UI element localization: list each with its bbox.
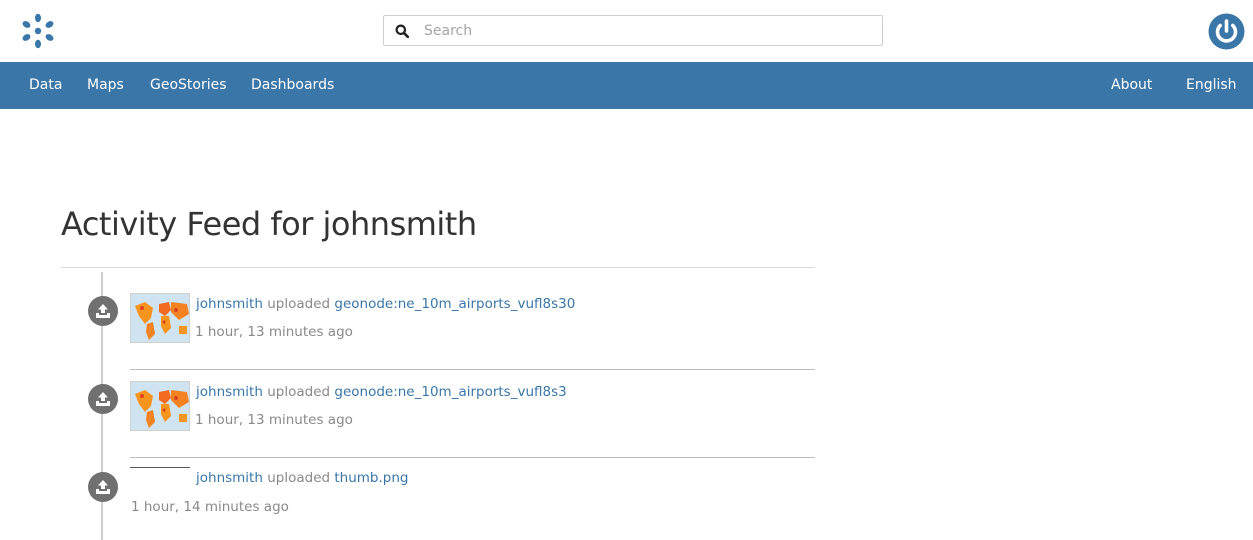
power-icon[interactable] <box>1208 13 1245 50</box>
broken-thumbnail <box>130 467 190 468</box>
nav-dashboards[interactable]: Dashboards <box>251 77 334 93</box>
nav-geostories[interactable]: GeoStories <box>150 77 227 93</box>
upload-icon <box>88 384 118 414</box>
nav-about[interactable]: About <box>1111 77 1152 93</box>
world-map-thumbnail[interactable] <box>130 293 190 343</box>
geonode-logo-icon[interactable] <box>19 12 57 50</box>
upload-icon <box>88 296 118 326</box>
activity-timestamp: 1 hour, 14 minutes ago <box>131 499 289 515</box>
upload-icon <box>88 472 118 502</box>
world-map-thumbnail[interactable] <box>130 381 190 431</box>
activity-timestamp: 1 hour, 13 minutes ago <box>195 412 353 428</box>
search-box[interactable] <box>383 15 883 46</box>
title-divider <box>61 267 815 268</box>
actor-link[interactable]: johnsmith <box>196 384 263 400</box>
target-link[interactable]: thumb.png <box>334 470 408 486</box>
activity-timestamp: 1 hour, 13 minutes ago <box>195 324 353 340</box>
activity-text: johnsmith uploaded thumb.png <box>196 470 409 486</box>
item-divider <box>130 457 815 458</box>
activity-verb: uploaded <box>267 384 331 400</box>
nav-language[interactable]: English <box>1186 77 1237 93</box>
page-title: Activity Feed for johnsmith <box>61 205 477 243</box>
target-link[interactable]: geonode:ne_10m_airports_vufl8s3 <box>334 384 566 400</box>
activity-verb: uploaded <box>267 296 331 312</box>
activity-verb: uploaded <box>267 470 331 486</box>
activity-text: johnsmith uploaded geonode:ne_10m_airpor… <box>196 384 567 400</box>
actor-link[interactable]: johnsmith <box>196 296 263 312</box>
activity-text: johnsmith uploaded geonode:ne_10m_airpor… <box>196 296 575 312</box>
actor-link[interactable]: johnsmith <box>196 470 263 486</box>
main-navbar: Data Maps GeoStories Dashboards About En… <box>0 62 1253 109</box>
top-bar <box>0 0 1253 62</box>
item-divider <box>130 369 815 370</box>
search-icon <box>395 24 409 38</box>
search-input[interactable] <box>424 21 864 41</box>
nav-maps[interactable]: Maps <box>87 77 124 93</box>
target-link[interactable]: geonode:ne_10m_airports_vufl8s30 <box>334 296 575 312</box>
nav-data[interactable]: Data <box>29 77 62 93</box>
